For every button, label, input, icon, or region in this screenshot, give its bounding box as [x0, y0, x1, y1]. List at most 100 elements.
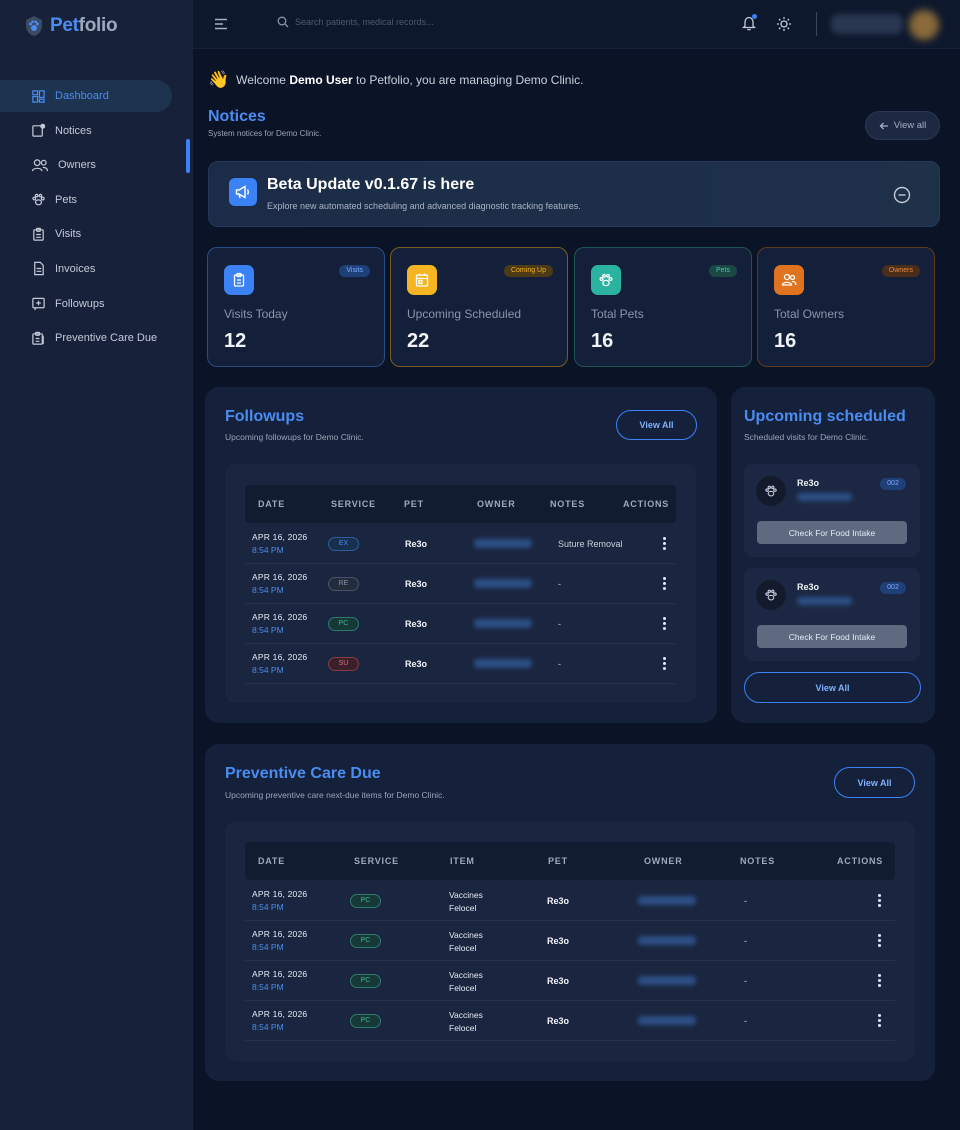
stat-card-total-pets[interactable]: Pets Total Pets 16 — [574, 247, 752, 367]
row-date: APR 16, 2026 — [252, 532, 308, 542]
row-time: 8:54 PM — [252, 665, 284, 675]
paw-icon — [32, 194, 45, 206]
preventive-view-all-button[interactable]: View All — [834, 767, 915, 798]
sidebar-item-pets[interactable]: Pets — [0, 184, 193, 216]
column-header-pet: PET — [548, 856, 568, 866]
calendar-icon — [407, 265, 437, 295]
stat-card-total-owners[interactable]: Owners Total Owners 16 — [757, 247, 935, 367]
row-pet[interactable]: Re3o — [405, 539, 427, 549]
row-time: 8:54 PM — [252, 1022, 284, 1032]
row-pet[interactable]: Re3o — [547, 976, 569, 986]
followups-view-all-button[interactable]: View All — [616, 410, 697, 440]
column-header-service: SERVICE — [354, 856, 399, 866]
beta-update-notice: Beta Update v0.1.67 is here Explore new … — [208, 161, 940, 227]
more-options-icon[interactable] — [874, 932, 884, 950]
preventive-title: Preventive Care Due — [225, 765, 381, 782]
table-row: APR 16, 2026 8:54 PM PC Vaccines Felocel … — [245, 1001, 895, 1041]
owner-blurred[interactable] — [474, 539, 532, 548]
visit-pet-name: Re3o — [797, 478, 820, 488]
owner-blurred[interactable] — [638, 936, 696, 945]
more-options-icon[interactable] — [659, 655, 669, 673]
more-options-icon[interactable] — [659, 535, 669, 553]
sidebar-item-label: Dashboard — [55, 90, 109, 102]
row-date: APR 16, 2026 — [252, 929, 308, 939]
service-badge: SU — [328, 657, 359, 671]
column-header-date: DATE — [258, 856, 286, 866]
search-icon — [277, 16, 289, 28]
stat-badge: Owners — [881, 265, 920, 277]
sidebar-item-preventive-care[interactable]: Preventive Care Due — [0, 322, 193, 354]
row-pet[interactable]: Re3o — [547, 1016, 569, 1026]
stat-label: Total Pets — [591, 307, 644, 321]
row-notes: - — [558, 619, 561, 629]
dismiss-icon[interactable] — [893, 186, 911, 204]
stat-card-visits-today[interactable]: Visits Visits Today 12 — [207, 247, 385, 367]
more-options-icon[interactable] — [659, 575, 669, 593]
row-time: 8:54 PM — [252, 942, 284, 952]
more-options-icon[interactable] — [874, 972, 884, 990]
divider — [816, 12, 817, 36]
visit-badge: 002 — [880, 478, 906, 490]
arrow-left-icon — [879, 122, 888, 129]
notices-subtitle: System notices for Demo Clinic. — [208, 129, 322, 138]
preventive-care-card: Preventive Care Due Upcoming preventive … — [205, 744, 935, 1081]
more-options-icon[interactable] — [874, 892, 884, 910]
stat-card-upcoming-scheduled[interactable]: Coming Up Upcoming Scheduled 22 — [390, 247, 568, 367]
app-logo[interactable]: Petfolio — [22, 14, 118, 38]
more-options-icon[interactable] — [659, 615, 669, 633]
table-row: APR 16, 2026 8:54 PM PC Vaccines Felocel … — [245, 881, 895, 921]
search-bar — [277, 16, 495, 28]
view-all-label: View all — [893, 120, 927, 131]
clipboard-icon — [33, 227, 44, 241]
sidebar-item-followups[interactable]: Followups — [0, 288, 193, 320]
notices-view-all-button[interactable]: View all — [865, 111, 940, 140]
followups-card: Followups Upcoming followups for Demo Cl… — [205, 387, 717, 723]
owner-blurred[interactable] — [474, 659, 532, 668]
stat-label: Total Owners — [774, 307, 845, 321]
visit-card[interactable]: Re3o 002 Check For Food Intake — [744, 464, 920, 557]
row-pet[interactable]: Re3o — [547, 936, 569, 946]
preventive-subtitle: Upcoming preventive care next-due items … — [225, 790, 445, 800]
welcome-message: 👋 Welcome Demo User to Petfolio, you are… — [208, 70, 583, 90]
upcoming-subtitle: Scheduled visits for Demo Clinic. — [744, 432, 869, 442]
owner-blurred[interactable] — [638, 976, 696, 985]
upcoming-view-all-button[interactable]: View All — [744, 672, 921, 703]
sidebar-item-dashboard[interactable]: Dashboard — [0, 80, 172, 112]
user-name-blurred[interactable] — [831, 14, 903, 34]
owner-blurred[interactable] — [638, 896, 696, 905]
sun-icon[interactable] — [776, 16, 792, 32]
row-pet[interactable]: Re3o — [405, 619, 427, 629]
paw-icon — [756, 580, 786, 610]
sidebar-item-visits[interactable]: Visits — [0, 218, 193, 250]
row-pet[interactable]: Re3o — [405, 579, 427, 589]
stat-badge: Pets — [708, 265, 737, 277]
table-header: DATE SERVICE ITEM PET OWNER NOTES ACTION… — [245, 842, 895, 880]
owner-blurred[interactable] — [474, 619, 532, 628]
upcoming-title: Upcoming scheduled — [744, 408, 906, 425]
menu-icon[interactable] — [213, 16, 229, 32]
more-options-icon[interactable] — [874, 1012, 884, 1030]
check-food-intake-button[interactable]: Check For Food Intake — [757, 625, 907, 648]
check-food-intake-button[interactable]: Check For Food Intake — [757, 521, 907, 544]
upcoming-scheduled-card: Upcoming scheduled Scheduled visits for … — [731, 387, 935, 723]
row-notes: - — [744, 976, 747, 986]
search-input[interactable] — [295, 17, 495, 27]
owner-blurred[interactable] — [638, 1016, 696, 1025]
sidebar-item-owners[interactable]: Owners — [0, 149, 193, 181]
stat-badge: Coming Up — [503, 265, 553, 277]
notifications-button[interactable] — [741, 14, 757, 36]
welcome-user: Demo User — [289, 73, 353, 87]
sidebar-nav: Dashboard Notices Owners Pets Visits Inv… — [0, 80, 193, 357]
visit-badge: 002 — [880, 582, 906, 594]
column-header-pet: PET — [404, 499, 424, 509]
row-pet[interactable]: Re3o — [547, 896, 569, 906]
service-badge: PC — [350, 934, 381, 948]
scrollbar-thumb[interactable] — [186, 139, 190, 173]
row-time: 8:54 PM — [252, 545, 284, 555]
visit-card[interactable]: Re3o 002 Check For Food Intake — [744, 568, 920, 661]
avatar[interactable] — [909, 10, 939, 40]
row-pet[interactable]: Re3o — [405, 659, 427, 669]
sidebar-item-notices[interactable]: Notices — [0, 115, 193, 147]
owner-blurred[interactable] — [474, 579, 532, 588]
sidebar-item-invoices[interactable]: Invoices — [0, 253, 193, 285]
